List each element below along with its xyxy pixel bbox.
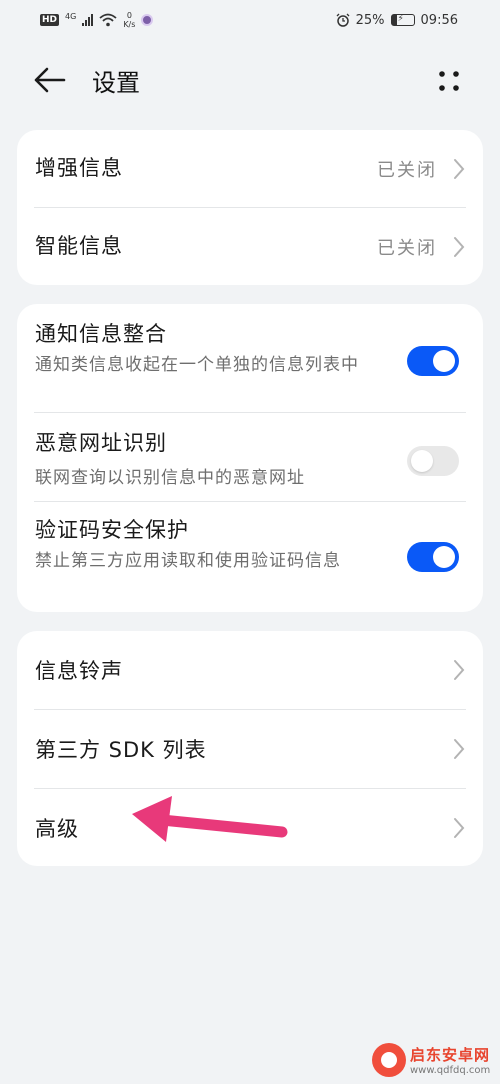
watermark: 启东安卓网 www.qdfdq.com	[372, 1040, 492, 1080]
settings-card-info: 增强信息 已关闭 智能信息 已关闭	[17, 130, 483, 285]
watermark-name: 启东安卓网	[410, 1046, 491, 1064]
battery-icon: ⚡	[390, 14, 415, 26]
row-title: 高级	[35, 817, 79, 841]
more-options-button[interactable]	[432, 64, 466, 98]
signal-bars-icon	[82, 14, 94, 26]
row-notification-merge: 通知信息整合 通知类信息收起在一个单独的信息列表中	[17, 304, 483, 412]
status-bar: HD 4G 0 K/s 25% ⚡ 09:56	[0, 0, 500, 40]
net-speed-value: 0	[126, 11, 132, 20]
notification-merge-toggle[interactable]	[407, 346, 459, 376]
watermark-url: www.qdfdq.com	[410, 1065, 491, 1076]
row-title: 智能信息	[35, 234, 123, 258]
chevron-right-icon	[454, 237, 465, 257]
hd-badge: HD	[40, 14, 60, 26]
row-title: 信息铃声	[35, 659, 123, 683]
row-title: 第三方 SDK 列表	[35, 738, 207, 762]
signal-type-label: 4G	[65, 12, 77, 21]
chevron-right-icon	[454, 818, 465, 838]
annotation-arrow-icon	[132, 796, 288, 842]
row-subtitle: 通知类信息收起在一个单独的信息列表中	[35, 355, 359, 375]
settings-card-security: 通知信息整合 通知类信息收起在一个单独的信息列表中 恶意网址识别 联网查询以识别…	[17, 304, 483, 612]
app-header: 设置	[0, 50, 500, 110]
row-malicious-url: 恶意网址识别 联网查询以识别信息中的恶意网址	[17, 413, 483, 501]
battery-percent: 25%	[355, 12, 385, 28]
arrow-left-icon	[34, 67, 66, 93]
row-title: 增强信息	[35, 156, 123, 180]
row-verification-protection: 验证码安全保护 禁止第三方应用读取和使用验证码信息	[17, 502, 483, 612]
verification-protection-toggle[interactable]	[407, 542, 459, 572]
row-title: 恶意网址识别	[35, 431, 167, 455]
malicious-url-toggle[interactable]	[407, 446, 459, 476]
page-title: 设置	[92, 69, 140, 97]
net-speed: 0 K/s	[123, 11, 135, 29]
more-dots-icon	[439, 71, 459, 91]
row-title: 通知信息整合	[35, 322, 167, 346]
wifi-icon	[99, 13, 117, 27]
chevron-right-icon	[454, 739, 465, 759]
row-enhanced-info[interactable]: 增强信息 已关闭	[17, 130, 483, 208]
row-smart-info[interactable]: 智能信息 已关闭	[17, 208, 483, 285]
alarm-icon	[336, 13, 350, 27]
watermark-logo-icon	[372, 1043, 406, 1077]
clock: 09:56	[420, 12, 458, 28]
app-notification-icon	[141, 14, 154, 26]
row-subtitle: 禁止第三方应用读取和使用验证码信息	[35, 551, 341, 571]
status-right: 25% ⚡ 09:56	[336, 13, 458, 28]
row-status-value: 已关闭	[377, 238, 437, 259]
status-left: HD 4G 0 K/s	[40, 11, 154, 29]
back-button[interactable]	[30, 62, 70, 98]
chevron-right-icon	[454, 159, 465, 179]
row-status-value: 已关闭	[377, 160, 437, 181]
row-sdk-list[interactable]: 第三方 SDK 列表	[17, 710, 483, 788]
chevron-right-icon	[454, 660, 465, 680]
net-speed-unit: K/s	[123, 20, 136, 29]
row-ringtone[interactable]: 信息铃声	[17, 631, 483, 709]
row-title: 验证码安全保护	[35, 518, 189, 542]
row-subtitle: 联网查询以识别信息中的恶意网址	[35, 468, 305, 488]
